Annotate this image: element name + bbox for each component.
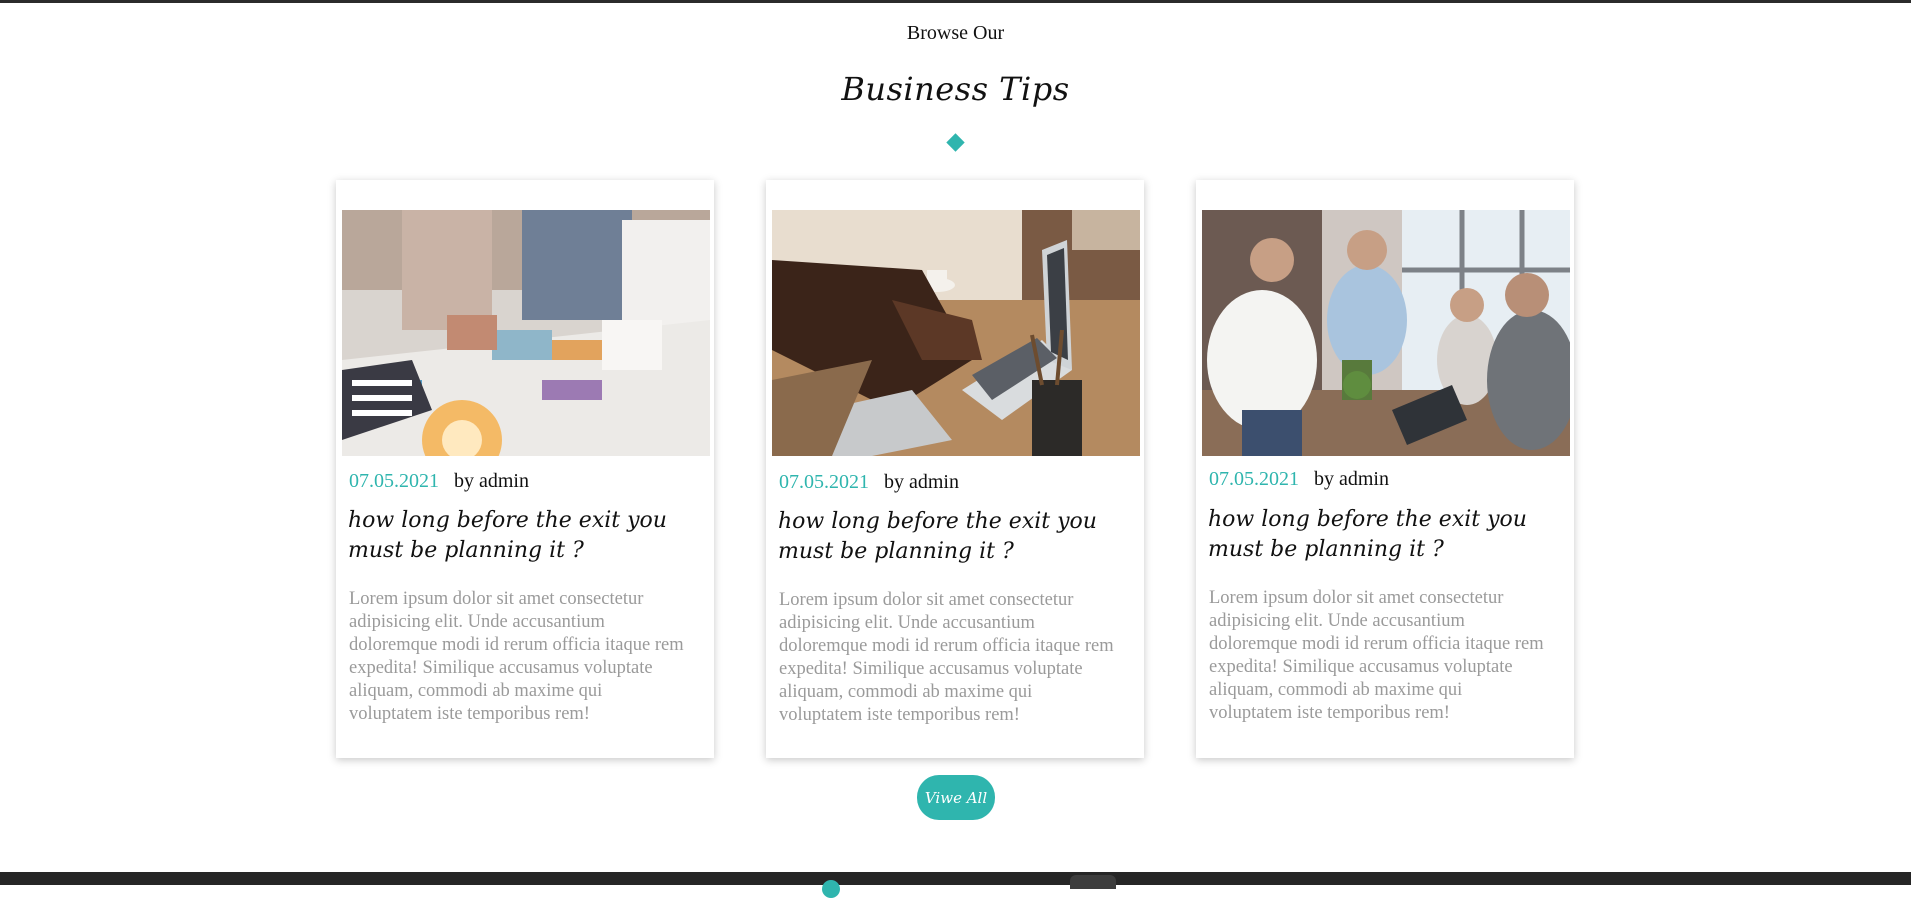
section-title: Business Tips [841,70,1070,108]
post-meta: 07.05.2021 by admin [1209,468,1389,491]
post-date: 07.05.2021 [349,470,439,492]
diamond-divider-icon [946,133,965,152]
post-excerpt: Lorem ipsum dolor sit amet consectetur a… [779,590,1114,725]
post-title[interactable]: how long before the exit you must be pla… [778,507,1123,567]
post-title[interactable]: how long before the exit you must be pla… [1208,505,1553,565]
blog-card[interactable]: 07.05.2021 by admin how long before the … [1196,180,1574,758]
post-date: 07.05.2021 [779,471,869,493]
post-meta: 07.05.2021 by admin [779,471,959,494]
post-excerpt: Lorem ipsum dolor sit amet consectetur a… [1209,588,1544,723]
blog-card[interactable]: 07.05.2021 by admin how long before the … [336,180,714,758]
section-eyebrow: Browse Our [906,22,1005,44]
post-date: 07.05.2021 [1209,468,1299,490]
scroll-indicator-icon[interactable] [822,880,840,898]
post-excerpt: Lorem ipsum dolor sit amet consectetur a… [349,589,684,724]
post-meta: 07.05.2021 by admin [349,470,529,493]
blog-card[interactable]: 07.05.2021 by admin how long before the … [766,180,1144,758]
blog-card-image[interactable] [772,210,1140,456]
post-title[interactable]: how long before the exit you must be pla… [348,506,693,566]
post-author: by admin [454,470,529,492]
footer [0,872,1911,885]
post-author: by admin [1314,468,1389,490]
blog-card-image[interactable] [342,210,710,456]
view-all-button[interactable]: Viwe All [917,775,995,820]
footer-tab[interactable] [1070,875,1116,889]
top-rule [0,0,1911,3]
blog-card-image[interactable] [1202,210,1570,456]
post-author: by admin [884,471,959,493]
